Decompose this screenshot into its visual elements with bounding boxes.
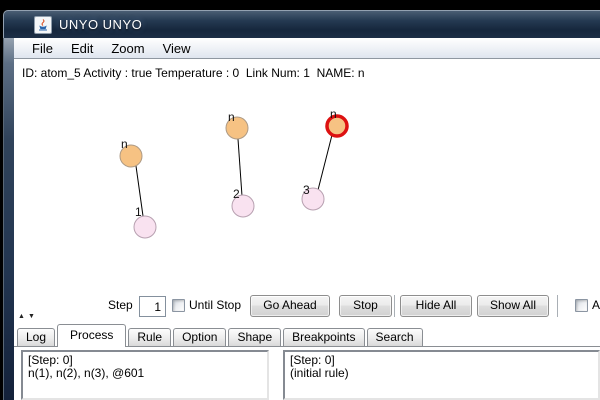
tabbar: Log Process Rule Option Shape Breakpoint… xyxy=(14,324,600,347)
window-frame-left xyxy=(3,38,14,400)
until-stop-checkbox[interactable] xyxy=(172,299,185,312)
until-stop-label: Until Stop xyxy=(189,298,241,313)
tab-option[interactable]: Option xyxy=(173,328,226,346)
collapse-arrow-icon[interactable]: ▲ xyxy=(18,313,28,320)
menu-file[interactable]: File xyxy=(23,40,62,57)
java-cup-icon xyxy=(34,16,52,34)
go-ahead-button[interactable]: Go Ahead xyxy=(250,295,330,317)
tab-breakpoints[interactable]: Breakpoints xyxy=(283,328,364,346)
hide-all-button[interactable]: Hide All xyxy=(400,295,472,317)
step-label: Step xyxy=(108,298,133,313)
tab-shape[interactable]: Shape xyxy=(228,328,281,346)
toolbar-separator xyxy=(394,295,396,317)
show-all-button[interactable]: Show All xyxy=(477,295,549,317)
tab-process[interactable]: Process xyxy=(57,324,126,347)
step-input[interactable] xyxy=(139,296,166,317)
expand-arrow-icon[interactable]: ▼ xyxy=(28,313,38,320)
right-panel-rule: (initial rule) xyxy=(290,366,349,380)
menu-view[interactable]: View xyxy=(154,40,200,57)
left-panel-membrane: n(1), n(2), n(3), @601 xyxy=(28,366,144,380)
unyo-window: UNYO UNYO File Edit Zoom View ID: atom_5… xyxy=(0,0,600,400)
atom-info-text: ID: atom_5 Activity : true Temperature :… xyxy=(22,66,365,80)
toolbar-separator xyxy=(557,295,559,317)
tab-search[interactable]: Search xyxy=(367,328,423,346)
tab-rule[interactable]: Rule xyxy=(128,328,171,346)
canvas-pane xyxy=(14,59,600,400)
titlebar[interactable]: UNYO UNYO xyxy=(3,10,600,38)
left-panel-step: [Step: 0] xyxy=(28,353,73,367)
menubar: File Edit Zoom View xyxy=(14,38,600,59)
stop-button[interactable]: Stop xyxy=(339,295,392,317)
menu-edit[interactable]: Edit xyxy=(62,40,102,57)
window-title: UNYO UNYO xyxy=(59,17,142,32)
right-panel-step: [Step: 0] xyxy=(290,353,335,367)
menu-zoom[interactable]: Zoom xyxy=(102,40,153,57)
process-state-panel[interactable]: [Step: 0]n(1), n(2), n(3), @601 xyxy=(21,350,269,400)
splitpane-divider[interactable]: ▲▼ xyxy=(18,313,38,320)
always-label: Alw xyxy=(592,298,600,313)
applied-rule-panel[interactable]: [Step: 0](initial rule) xyxy=(283,350,600,400)
tab-log[interactable]: Log xyxy=(17,328,55,346)
always-checkbox[interactable] xyxy=(575,299,588,312)
